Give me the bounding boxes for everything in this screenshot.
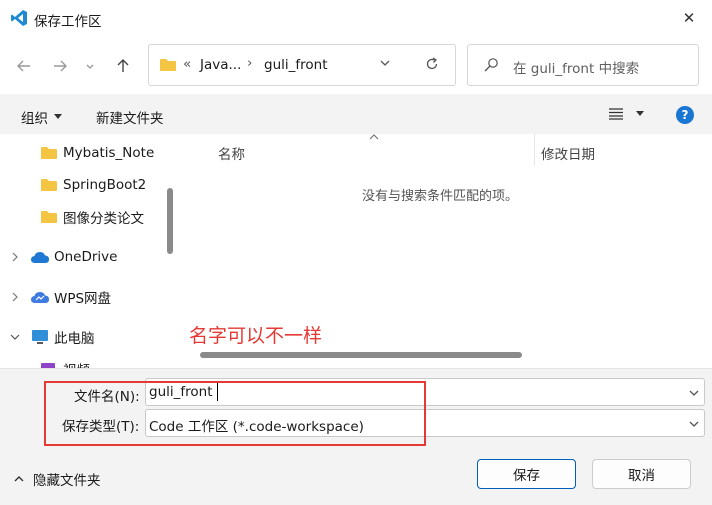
search-placeholder: 在 guli_front 中搜索 (513, 61, 640, 77)
hide-folders-label: 隐藏文件夹 (33, 473, 101, 489)
sidebar-item-this-pc[interactable]: 此电脑 (0, 324, 168, 350)
file-list-scrollbar[interactable] (200, 352, 522, 358)
folder-icon (41, 147, 57, 159)
recent-locations-button[interactable] (80, 54, 100, 78)
help-icon: ? (681, 108, 689, 122)
title-bar: 保存工作区 ✕ (0, 0, 712, 36)
sidebar-item-label: 此电脑 (54, 331, 95, 347)
up-button[interactable] (111, 54, 135, 78)
list-view-icon (609, 108, 623, 120)
cancel-button-label: 取消 (628, 468, 655, 484)
view-options-button[interactable] (608, 108, 644, 120)
breadcrumb-item-current[interactable]: guli_front (264, 57, 328, 73)
column-divider[interactable] (534, 134, 535, 166)
back-button[interactable] (12, 54, 36, 78)
refresh-button[interactable] (425, 57, 441, 73)
search-icon (484, 58, 498, 72)
nav-pane-scrollbar[interactable] (167, 188, 173, 254)
navigation-pane: Mybatis_Note SpringBoot2 图像分类论文 OneDrive… (0, 134, 180, 368)
chevron-down-icon[interactable] (10, 332, 20, 342)
sidebar-item-springboot2[interactable]: SpringBoot2 (0, 172, 168, 198)
sidebar-item-label: WPS网盘 (54, 291, 112, 307)
sidebar-item-image-papers[interactable]: 图像分类论文 (0, 204, 168, 230)
breadcrumb-separator[interactable]: › (247, 55, 252, 71)
save-button[interactable]: 保存 (477, 459, 576, 489)
column-header-date-modified[interactable]: 修改日期 (541, 143, 595, 163)
close-icon: ✕ (682, 9, 696, 27)
empty-message: 没有与搜索条件匹配的项。 (362, 189, 519, 204)
sidebar-item-label: 图像分类论文 (63, 211, 144, 227)
help-button[interactable]: ? (676, 106, 694, 124)
sidebar-item-videos[interactable]: 视频 (0, 356, 168, 368)
sidebar-item-label: SpringBoot2 (63, 177, 147, 193)
folder-icon (41, 211, 57, 223)
search-box[interactable]: 在 guli_front 中搜索 (467, 44, 699, 86)
chevron-up-icon (14, 476, 24, 482)
save-button-label: 保存 (513, 468, 540, 484)
address-dropdown-button[interactable] (379, 57, 395, 73)
forward-button[interactable] (48, 54, 72, 78)
annotation-highlight-box (44, 381, 426, 446)
sidebar-item-onedrive[interactable]: OneDrive (0, 244, 168, 270)
caret-down-icon (636, 111, 644, 116)
breadcrumb-overflow[interactable]: « (183, 56, 191, 72)
chevron-down-icon (86, 64, 94, 69)
sidebar-item-label: 视频 (63, 359, 90, 368)
computer-icon (32, 330, 48, 344)
vscode-icon (11, 10, 27, 26)
wps-cloud-icon (31, 291, 49, 303)
sidebar-item-label: OneDrive (54, 249, 118, 265)
chevron-down-icon (380, 60, 390, 66)
new-folder-button[interactable]: 新建文件夹 (96, 107, 164, 127)
chevron-down-icon (689, 421, 699, 427)
address-bar[interactable]: « Java... › guli_front (148, 44, 456, 86)
caret-down-icon (54, 114, 62, 119)
chevron-right-icon[interactable] (10, 292, 20, 302)
sidebar-item-wps-drive[interactable]: WPS网盘 (0, 284, 168, 310)
arrow-up-icon (117, 59, 129, 72)
organize-label: 组织 (21, 111, 48, 127)
close-button[interactable]: ✕ (666, 0, 712, 36)
annotation-text: 名字可以不一样 (189, 325, 323, 347)
cloud-icon (31, 251, 49, 263)
folder-icon (41, 179, 57, 191)
sidebar-item-label: Mybatis_Note (63, 145, 155, 161)
organize-menu-button[interactable]: 组织 (21, 107, 62, 127)
chevron-down-icon[interactable] (688, 387, 700, 399)
refresh-icon (426, 57, 438, 70)
arrow-right-icon (54, 60, 67, 72)
window-title: 保存工作区 (34, 14, 102, 30)
arrow-left-icon (17, 60, 30, 72)
sort-ascending-icon (369, 134, 379, 140)
hide-folders-toggle[interactable]: 隐藏文件夹 (14, 469, 101, 489)
cancel-button[interactable]: 取消 (592, 459, 691, 489)
sidebar-item-mybatis-note[interactable]: Mybatis_Note (0, 140, 168, 166)
breadcrumb-item-java[interactable]: Java... (200, 57, 241, 73)
folder-icon (160, 59, 176, 71)
column-header-name[interactable]: 名称 (218, 143, 245, 163)
chevron-right-icon[interactable] (10, 252, 20, 262)
file-list: 名称 修改日期 没有与搜索条件匹配的项。 名字可以不一样 (180, 134, 712, 368)
